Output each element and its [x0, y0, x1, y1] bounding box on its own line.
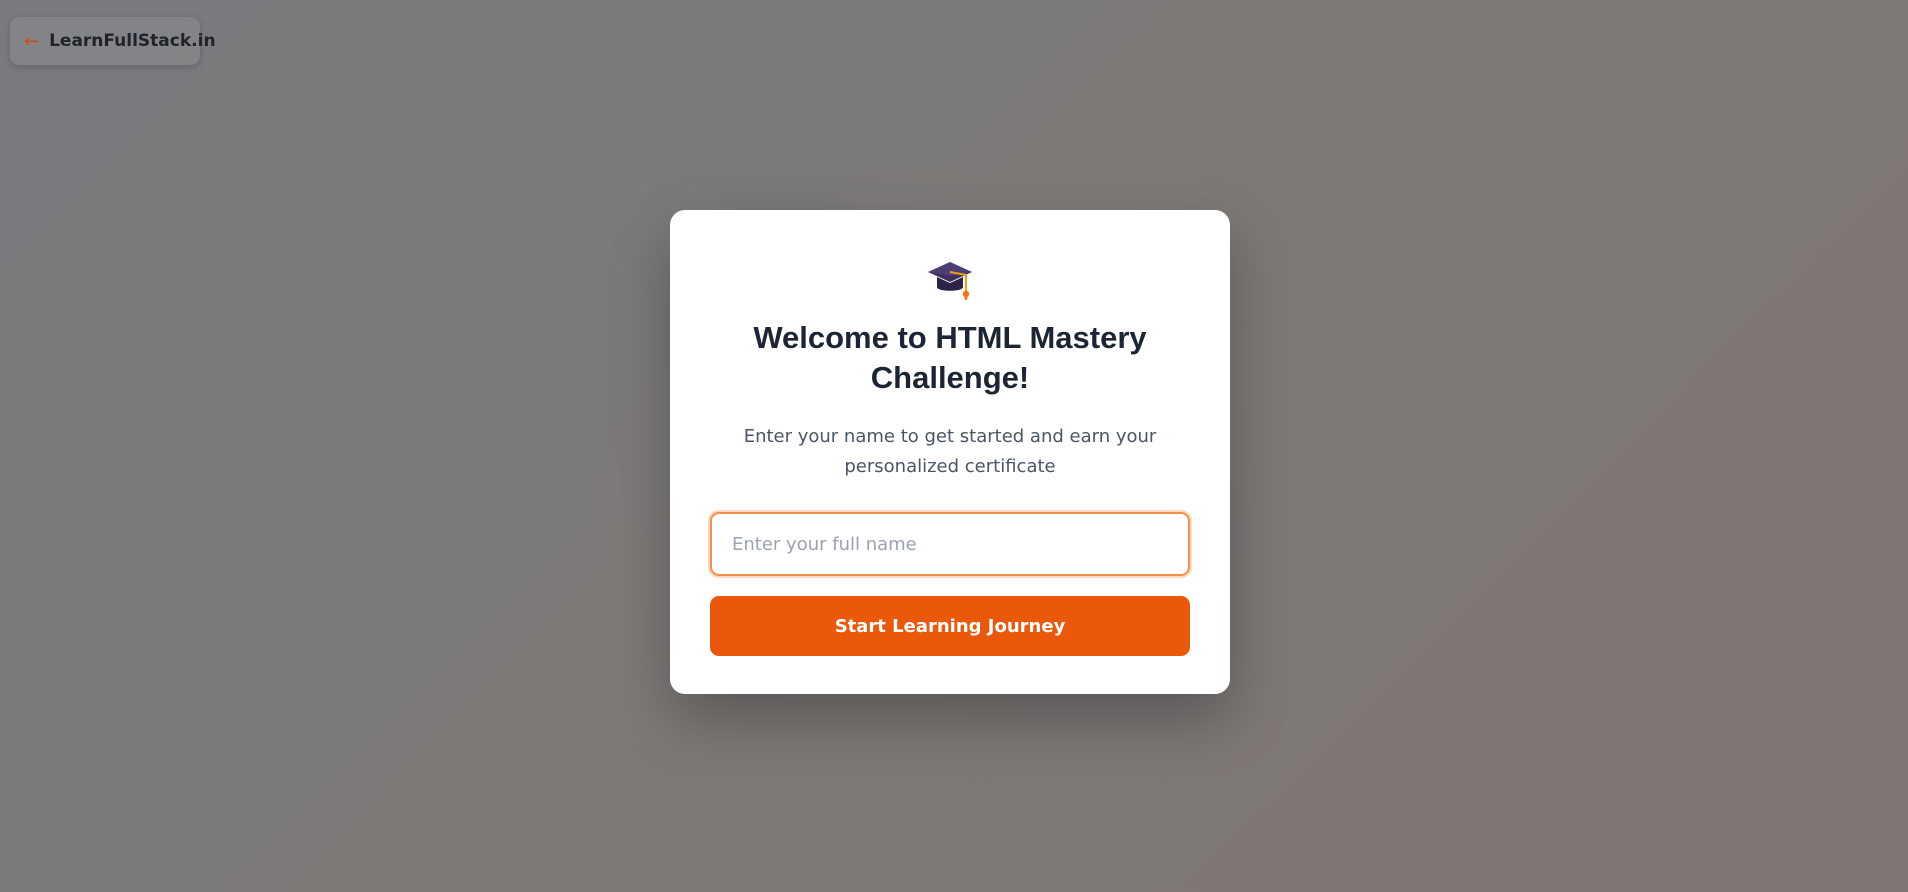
graduation-cap-icon	[928, 262, 972, 300]
start-learning-button[interactable]: Start Learning Journey	[710, 596, 1190, 656]
back-arrow-icon: ←	[24, 30, 40, 52]
subtitle: Enter your name to get started and earn …	[743, 426, 1157, 477]
full-name-input[interactable]	[710, 512, 1190, 576]
back-link-label: LearnFullStack.in	[49, 31, 216, 51]
page-title: Welcome to HTML Mastery Challenge!	[753, 320, 1147, 395]
welcome-modal: Welcome to HTML Mastery Challenge! Enter…	[670, 210, 1230, 694]
back-link[interactable]: ← LearnFullStack.in	[10, 17, 216, 65]
